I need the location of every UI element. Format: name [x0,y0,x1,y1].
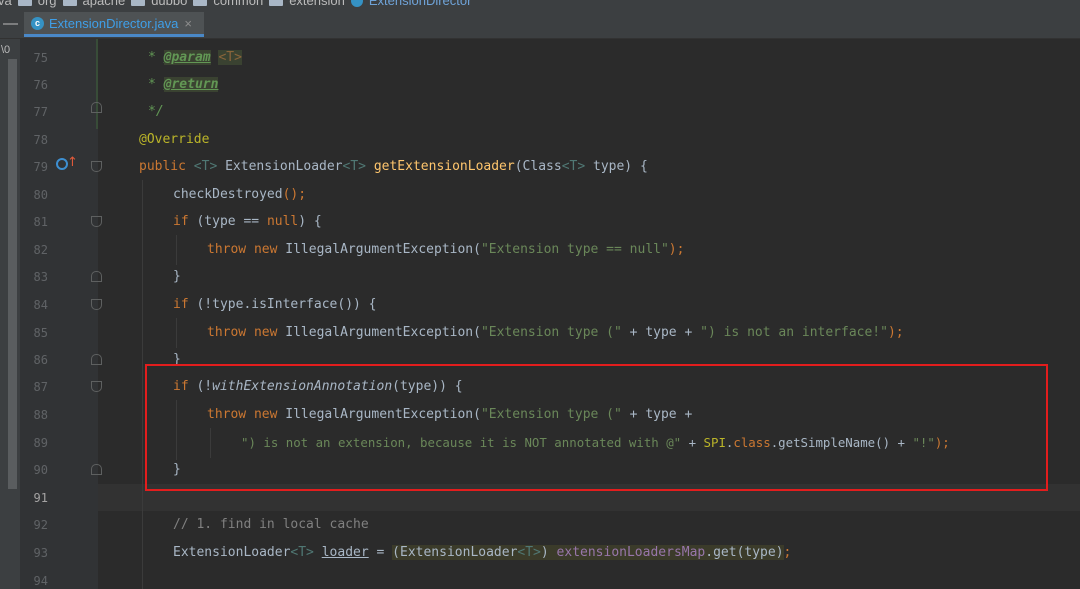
line-number: 91 [33,491,48,505]
highlight-box [145,364,1048,491]
line-number: 92 [33,518,48,532]
code-line-92: // 1. find in local cache [173,517,369,532]
line-number: 80 [33,188,48,202]
code-line-84: if (!type.isInterface()) { [173,297,377,312]
close-icon[interactable]: × [184,16,192,31]
project-panel-label: \0 [1,44,11,56]
line-number: 77 [33,105,48,119]
code-line-79: public <T> ExtensionLoader<T> getExtensi… [139,159,648,174]
tab-label: ExtensionDirector.java [49,15,179,31]
code-line-93: ExtensionLoader<T> loader = (ExtensionLo… [173,545,792,560]
line-number: 78 [33,133,48,147]
project-panel-edge: \0 [0,39,20,589]
indent-guide [142,180,143,589]
breadcrumb-item[interactable]: apache [83,0,126,8]
line-number: 81 [33,215,48,229]
fold-start-icon[interactable] [91,161,102,172]
line-number: 85 [33,326,48,340]
collapse-icon[interactable]: — [3,15,18,32]
editor-gutter [20,39,117,589]
line-number: 86 [33,353,48,367]
fold-end-icon[interactable] [91,464,102,475]
fold-end-icon[interactable] [91,102,102,113]
indent-guide [176,318,177,348]
fold-start-icon[interactable] [91,381,102,392]
folder-icon [17,0,32,6]
code-line-75: * @param <T> [148,50,242,65]
folder-icon [62,0,77,6]
breadcrumb-item[interactable]: extension [289,0,345,8]
line-number: 94 [33,574,48,588]
code-line-77: */ [148,104,164,119]
breadcrumb-item[interactable]: org [38,0,57,8]
folder-icon [131,0,146,6]
folder-icon [193,0,208,6]
line-number: 84 [33,298,48,312]
code-line-76: * @return [148,77,219,92]
line-number: 90 [33,463,48,477]
editor-tab-bar: — c ExtensionDirector.java × [0,11,1080,39]
line-number: 93 [33,546,48,560]
line-number: 75 [33,51,48,65]
fold-start-icon[interactable] [91,216,102,227]
code-line-85: throw new IllegalArgumentException("Exte… [207,325,904,340]
code-line-82: throw new IllegalArgumentException("Exte… [207,242,685,257]
folder-icon [269,0,284,6]
breadcrumb-item[interactable]: va [0,0,12,8]
code-line-81: if (type == null) { [173,214,322,229]
fold-end-icon[interactable] [91,354,102,365]
up-arrow-icon[interactable]: ↑ [67,156,78,170]
line-number: 83 [33,270,48,284]
code-line-80: checkDestroyed(); [173,187,307,202]
fold-start-icon[interactable] [91,299,102,310]
fold-end-icon[interactable] [91,271,102,282]
line-number: 76 [33,78,48,92]
code-line-83: } [173,269,181,284]
tab-extension-director[interactable]: c ExtensionDirector.java × [24,12,204,37]
breadcrumb-item[interactable]: ExtensionDirector [369,0,472,8]
line-number: 82 [33,243,48,257]
code-line-78: @Override [139,132,210,147]
class-icon: c [31,16,44,30]
breadcrumb-item[interactable]: dubbo [151,0,187,8]
indent-guide [176,235,177,265]
breadcrumb: va org apache dubbo common extension Ext… [0,0,1080,11]
class-icon [350,0,363,7]
line-number: 79 [33,160,48,174]
line-number: 88 [33,408,48,422]
project-scrollbar[interactable] [8,59,17,489]
line-number: 89 [33,436,48,450]
breadcrumb-item[interactable]: common [213,0,263,8]
line-number: 87 [33,380,48,394]
